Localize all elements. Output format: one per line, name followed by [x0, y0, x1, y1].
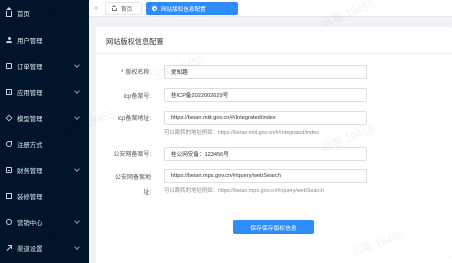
required-mark: *	[120, 70, 124, 76]
police-url-label-cont: 址:	[143, 190, 151, 196]
model-icon	[5, 114, 13, 122]
icp-url-label-wrap: icp备案地址:	[96, 113, 151, 123]
sidebar-item-label: 应用管理	[17, 89, 43, 97]
sidebar-item-label: 订单管理	[17, 63, 43, 71]
icp-url-hint: 可以跳转的地址例如：https://beian.miit.gov.cn/#/In…	[164, 130, 319, 136]
police-url-input[interactable]: https://beian.mps.gov.cn/#/query/webSear…	[164, 169, 367, 183]
icp-number-input[interactable]: 桂ICP备2022002629号	[164, 88, 367, 102]
chevron-down-icon	[74, 88, 80, 94]
icp-number-label-wrap: icp备案号:	[96, 91, 151, 101]
sidebar-item-label: 模型管理	[17, 115, 43, 123]
sidebar-item-finance[interactable]: 财务管理	[0, 161, 89, 179]
police-number-label-wrap: 公安网备案号:	[96, 149, 151, 159]
sidebar-item-label: 用户管理	[17, 37, 43, 45]
decor-icon	[6, 193, 12, 199]
police-number-input[interactable]: 桂公网安备：123456号	[164, 147, 367, 161]
sidebar-item-register[interactable]: 注册方式	[0, 135, 89, 153]
sidebar-item-users[interactable]: 用户管理	[0, 31, 89, 49]
marketing-icon	[6, 219, 12, 225]
copyright-name-input[interactable]: 爱知趣	[164, 65, 367, 79]
icp-url-label: icp备案地址:	[117, 116, 151, 122]
sidebar-item-channels[interactable]: 渠道设置	[0, 239, 89, 257]
sidebar-item-models[interactable]: 模型管理	[0, 109, 89, 127]
sidebar-item-marketing[interactable]: 营销中心	[0, 213, 89, 231]
user-icon	[6, 37, 12, 43]
sidebar-item-label: 首页	[17, 10, 30, 18]
chevron-down-icon	[74, 166, 80, 172]
police-number-label: 公安网备案号:	[113, 152, 151, 158]
copyright-name-label: * 版权名称:	[120, 70, 151, 76]
tag-icon	[6, 141, 12, 147]
channel-icon	[6, 245, 12, 251]
chevron-down-icon	[74, 218, 80, 224]
icp-url-input[interactable]: https://beian.miit.gov.cn/#/Integrated/i…	[164, 111, 367, 125]
sidebar-item-apps[interactable]: 应用管理	[0, 83, 89, 101]
tab-label: 首页	[121, 6, 133, 13]
finance-icon	[6, 167, 12, 173]
icp-number-label: icp备案号:	[123, 94, 151, 100]
sidebar-item-label: 装修管理	[17, 193, 43, 201]
sidebar-item-label: 渠道设置	[17, 245, 43, 253]
collapse-sidebar-button[interactable]: «	[94, 5, 98, 12]
sidebar: 首页 用户管理 订单管理 应用管理 模型管理 注册方式 财务管理 装修管理 营销…	[0, 0, 89, 263]
sidebar-item-orders[interactable]: 订单管理	[0, 57, 89, 75]
home-icon	[6, 7, 12, 17]
sidebar-item-label: 营销中心	[17, 219, 43, 227]
save-copyright-button[interactable]: 保存保存版权信息	[233, 220, 314, 234]
police-url-hint: 可以跳转的地址例如：https://beian.mps.gov.cn/#/que…	[164, 188, 324, 194]
sidebar-item-home[interactable]: 首页	[0, 4, 89, 22]
sidebar-item-label: 注册方式	[17, 141, 43, 149]
sidebar-item-label: 财务管理	[17, 167, 43, 175]
sidebar-item-decoration[interactable]: 装修管理	[0, 187, 89, 205]
home-icon	[112, 4, 117, 11]
police-url-label: 公安网备案地	[114, 175, 151, 181]
copyright-name-label-wrap: * 版权名称:	[96, 67, 151, 77]
chevron-down-icon	[74, 114, 80, 120]
tab-copyright-config[interactable]: 网站版权信息配置	[146, 2, 238, 15]
tab-bar: « 首页 网站版权信息配置	[89, 0, 452, 17]
form-card: 网站版权信息配置 * 版权名称: 爱知趣 icp备案号: 桂ICP备2022002…	[96, 27, 452, 263]
tab-label: 网站版权信息配置	[161, 6, 206, 13]
chevron-down-icon	[74, 62, 80, 68]
app-icon	[6, 89, 12, 95]
page-title: 网站版权信息配置	[106, 37, 164, 46]
divider	[96, 53, 452, 54]
chevron-down-icon	[74, 244, 80, 250]
tab-home[interactable]: 首页	[105, 2, 142, 15]
order-icon	[6, 63, 12, 69]
active-dot-icon	[152, 6, 157, 11]
police-url-label-wrap: 公安网备案地 址:	[96, 172, 151, 196]
